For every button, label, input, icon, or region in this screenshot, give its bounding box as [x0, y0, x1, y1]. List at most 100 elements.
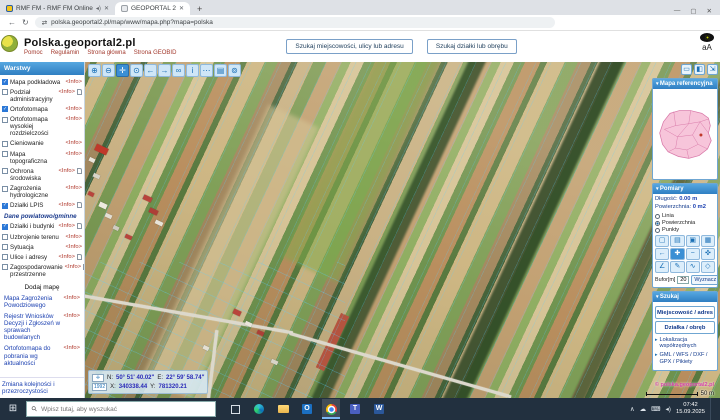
- zoom-window-icon[interactable]: ⊙: [130, 64, 143, 77]
- layer-checkbox[interactable]: [2, 185, 8, 192]
- tab-close-icon[interactable]: ✕: [104, 5, 109, 12]
- buffer-button[interactable]: Wyznacz: [691, 275, 717, 286]
- info-link[interactable]: <Info>: [66, 106, 82, 112]
- buffer-input[interactable]: [677, 276, 690, 285]
- taskbar-clock[interactable]: 07:42 15.09.2025: [676, 402, 705, 416]
- coordinates-locate-link[interactable]: Lokalizacja współrzędnych: [655, 337, 715, 350]
- measure-panel-header[interactable]: Pomiary: [653, 184, 717, 194]
- link-icon[interactable]: ∞: [172, 64, 185, 77]
- new-measure-icon[interactable]: ▢: [655, 235, 670, 248]
- info-link[interactable]: <Info>: [64, 295, 80, 301]
- explorer-button[interactable]: [274, 399, 292, 419]
- document-icon[interactable]: [77, 167, 82, 174]
- aerial-map[interactable]: ⊕ ⊖ ✛ ⊙ ← → ∞ i ⋯ ▤ ⊚ ✛ N: 50° 51' 40.02"…: [85, 62, 720, 398]
- add-point-icon[interactable]: ✚: [670, 248, 685, 261]
- pan-icon[interactable]: ✛: [116, 64, 129, 77]
- layer-checkbox[interactable]: [2, 223, 8, 230]
- angle-measure-icon[interactable]: ∠: [655, 261, 670, 274]
- info-link[interactable]: <Info>: [64, 313, 80, 319]
- info-link[interactable]: <Info>: [59, 223, 75, 229]
- link-pomoc[interactable]: Pomoc: [24, 50, 43, 56]
- layer-checkbox[interactable]: [2, 244, 8, 251]
- info-link[interactable]: <Info>: [66, 79, 82, 85]
- layer-checkbox[interactable]: [2, 89, 8, 96]
- link-regulamin[interactable]: Regulamin: [51, 50, 80, 56]
- chrome-button[interactable]: [322, 399, 340, 419]
- radio-line[interactable]: Linia: [655, 213, 674, 219]
- onedrive-cloud-icon[interactable]: ☁: [640, 405, 647, 413]
- new-tab-button[interactable]: +: [190, 4, 209, 15]
- move-point-icon[interactable]: ✜: [700, 248, 715, 261]
- print-icon[interactable]: ▤: [214, 64, 227, 77]
- document-icon[interactable]: [77, 223, 82, 230]
- layer-checkbox[interactable]: [2, 151, 8, 157]
- open-measure-icon[interactable]: ▤: [670, 235, 685, 248]
- info-link[interactable]: <Info>: [66, 185, 82, 191]
- radio-points[interactable]: Punkty: [655, 227, 679, 233]
- layer-checkbox[interactable]: [2, 264, 8, 271]
- layer-checkbox[interactable]: [2, 234, 8, 240]
- info-link[interactable]: <Info>: [66, 244, 82, 250]
- contrast-eye-icon[interactable]: [700, 33, 714, 42]
- zoom-out-icon[interactable]: ⊖: [102, 64, 115, 77]
- info-link[interactable]: <Info>: [64, 345, 80, 351]
- next-view-icon[interactable]: →: [158, 64, 171, 77]
- info-link[interactable]: <Info>: [66, 116, 82, 122]
- remove-point-icon[interactable]: −: [685, 248, 700, 261]
- layer-checkbox[interactable]: [2, 116, 8, 123]
- measure-icon[interactable]: ⋯: [200, 64, 213, 77]
- panel-split-icon[interactable]: ◧: [694, 64, 705, 75]
- teams-button[interactable]: T: [346, 399, 364, 419]
- close-icon[interactable]: ✕: [707, 7, 712, 15]
- search-input[interactable]: [41, 405, 202, 413]
- info-link[interactable]: <Info>: [59, 89, 75, 95]
- info-link[interactable]: <Info>: [66, 140, 82, 146]
- info-link[interactable]: <Info>: [66, 151, 82, 157]
- document-icon[interactable]: [77, 202, 82, 209]
- maximize-icon[interactable]: ▢: [690, 7, 696, 15]
- volume-icon[interactable]: ◂): [666, 405, 671, 413]
- previous-view-icon[interactable]: ←: [144, 64, 157, 77]
- search-address-button[interactable]: Szukaj miejscowości, ulicy lub adresu: [286, 39, 413, 54]
- info-link[interactable]: <Info>: [59, 254, 75, 260]
- link-strona-glowna[interactable]: Strona główna: [87, 50, 125, 56]
- document-icon[interactable]: [77, 88, 82, 95]
- crosshair-toggle[interactable]: ✛: [92, 373, 104, 382]
- outlook-button[interactable]: O: [298, 399, 316, 419]
- layer-order-link[interactable]: Zmiana kolejności i przezroczystości: [0, 376, 84, 398]
- layer-checkbox[interactable]: [2, 202, 8, 209]
- tray-chevron-icon[interactable]: ∧: [630, 405, 635, 413]
- search-parcel-button[interactable]: Szukaj działki lub obrębu: [426, 39, 517, 54]
- layer-checkbox[interactable]: [2, 79, 8, 85]
- task-view-button[interactable]: [226, 399, 244, 419]
- search-panel-header[interactable]: Szukaj: [653, 292, 717, 303]
- layer-checkbox[interactable]: [2, 254, 8, 261]
- edge-button[interactable]: [250, 399, 268, 419]
- tab-rmf[interactable]: RMF FM - RMF FM Online ◂) ✕: [0, 2, 115, 15]
- zoom-in-icon[interactable]: ⊕: [88, 64, 101, 77]
- keyboard-icon[interactable]: ⌨: [651, 405, 660, 413]
- address-bar[interactable]: ⇄ polska.geoportal2.pl/map/www/mapa.php?…: [34, 17, 555, 28]
- info-link[interactable]: <Info>: [59, 168, 75, 174]
- search-address-panel-button[interactable]: Miejscowość / adres: [655, 306, 715, 320]
- draw-line-icon[interactable]: ✎: [670, 261, 685, 274]
- site-settings-icon[interactable]: ⇄: [42, 19, 47, 27]
- info-link[interactable]: <Info>: [59, 202, 75, 208]
- link-strona-geobid[interactable]: Strona GEOBID: [134, 50, 177, 56]
- layer-checkbox[interactable]: [2, 106, 8, 113]
- minimize-icon[interactable]: —: [674, 7, 681, 15]
- notification-area[interactable]: [710, 398, 718, 420]
- delete-measure-icon[interactable]: ▦: [700, 235, 715, 248]
- crs-selector[interactable]: 1992: [92, 382, 108, 391]
- font-size-toggle[interactable]: aA: [700, 43, 714, 52]
- layer-checkbox[interactable]: [2, 140, 8, 147]
- start-button[interactable]: ⊞: [0, 398, 26, 420]
- reference-map-header[interactable]: Mapa referencyjna: [653, 79, 717, 89]
- document-icon[interactable]: [77, 253, 82, 260]
- info-link[interactable]: <Info>: [65, 264, 81, 270]
- info-icon[interactable]: i: [186, 64, 199, 77]
- panel-expand-icon[interactable]: ⇲: [707, 64, 718, 75]
- refresh-icon[interactable]: ↻: [22, 18, 29, 27]
- layer-checkbox[interactable]: [2, 168, 8, 175]
- save-measure-icon[interactable]: ▣: [685, 235, 700, 248]
